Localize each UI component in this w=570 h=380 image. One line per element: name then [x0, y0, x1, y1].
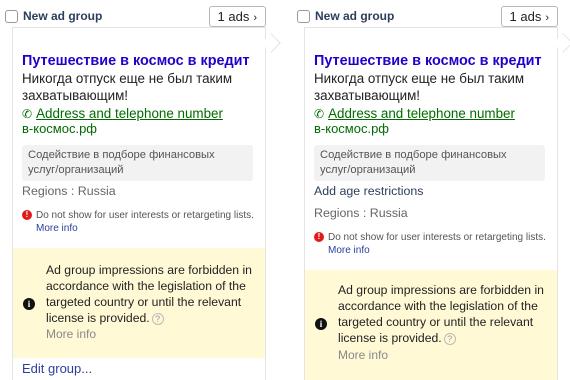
contact-link-label: Address and telephone number: [36, 106, 223, 121]
targeting-warning: ! Do not show for user interests or reta…: [22, 210, 257, 236]
warning-text: Do not show for user interests or retarg…: [36, 210, 254, 221]
ad-title[interactable]: Путешествие в космос в кредит: [22, 52, 257, 70]
edit-group-link[interactable]: Edit group...: [22, 361, 92, 376]
exclamation-icon: !: [314, 232, 324, 242]
notice-more-info-link[interactable]: More info: [46, 327, 96, 341]
targeting-warning: ! Do not show for user interests or reta…: [314, 232, 549, 258]
display-url[interactable]: в-космос.рф: [314, 121, 549, 136]
ads-count-label: 1 ads: [509, 9, 542, 24]
ad-text: Никогда отпуск еще не был таким захватыв…: [314, 71, 525, 103]
ad-group-card-2: New ad group 1 ads › Путешествие в космос…: [292, 0, 570, 380]
question-icon[interactable]: ?: [151, 313, 164, 325]
warning-text: Do not show for user interests or retarg…: [328, 232, 546, 243]
display-url[interactable]: в-космос.рф: [22, 121, 257, 136]
question-icon[interactable]: ?: [443, 333, 456, 345]
notice-more-info-link[interactable]: More info: [338, 348, 388, 362]
warning-more-info-link[interactable]: More info: [36, 223, 78, 234]
regions-label: Regions : Russia: [314, 206, 408, 220]
group-name: New ad group: [315, 9, 395, 23]
warning-more-info-link[interactable]: More info: [328, 245, 370, 256]
group-select-checkbox[interactable]: [5, 10, 18, 23]
phone-icon: ✆: [314, 107, 325, 121]
group-name: New ad group: [23, 9, 103, 23]
ad-title[interactable]: Путешествие в космос в кредит: [314, 52, 549, 70]
group-select-checkbox[interactable]: [297, 10, 310, 23]
ad-group-card-1: New ad group 1 ads › Путешествие в космос…: [0, 0, 281, 380]
age-restrictions-link[interactable]: Add age restrictions: [314, 184, 549, 198]
chevron-right-icon: ›: [253, 12, 257, 24]
ad-text: Никогда отпуск еще не был таким захватыв…: [22, 71, 233, 103]
ad-preview-card[interactable]: Путешествие в космос в кредит Никогда от…: [304, 27, 558, 380]
notice-text: Ad group impressions are forbidden in ac…: [46, 263, 252, 325]
chevron-right-icon: ›: [545, 12, 549, 24]
info-icon: i: [315, 318, 327, 330]
regions-label: Regions : Russia: [22, 184, 116, 198]
notice-text: Ad group impressions are forbidden in ac…: [338, 283, 544, 345]
ads-count-button[interactable]: 1 ads ›: [208, 6, 266, 27]
legislation-notice: i Ad group impressions are forbidden in …: [13, 248, 265, 358]
ad-category: Содействие в подборе финансовых услуг/ор…: [22, 145, 253, 181]
legislation-notice: i Ad group impressions are forbidden in …: [305, 270, 557, 380]
ad-preview-card[interactable]: Путешествие в космос в кредит Никогда от…: [12, 27, 266, 380]
group-header: New ad group 1 ads ›: [5, 6, 266, 27]
contact-link-label: Address and telephone number: [328, 106, 515, 121]
group-header: New ad group 1 ads ›: [297, 6, 558, 27]
ads-count-label: 1 ads: [217, 9, 250, 24]
phone-icon: ✆: [22, 107, 33, 121]
exclamation-icon: !: [22, 210, 32, 220]
info-icon: i: [23, 298, 35, 310]
ads-count-button[interactable]: 1 ads ›: [500, 6, 558, 27]
ad-category: Содействие в подборе финансовых услуг/ор…: [314, 145, 545, 181]
